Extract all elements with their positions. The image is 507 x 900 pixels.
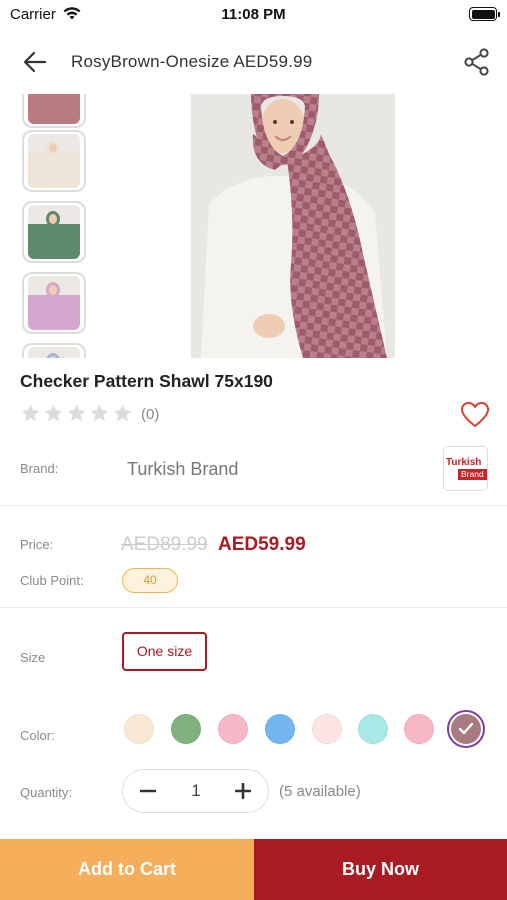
header: RosyBrown-Onesize AED59.99 bbox=[0, 32, 507, 92]
thumbnail-image bbox=[28, 94, 80, 124]
share-button[interactable] bbox=[461, 45, 493, 79]
quantity-label: Quantity: bbox=[20, 785, 73, 800]
status-bar: Carrier 11:08 PM bbox=[0, 0, 507, 30]
review-count[interactable]: (0) bbox=[141, 406, 159, 423]
star-icon bbox=[113, 404, 132, 422]
product-main-image[interactable] bbox=[191, 94, 395, 358]
thumbnail-1[interactable] bbox=[22, 130, 86, 192]
brand-logo-subtext: Brand bbox=[458, 469, 487, 480]
product-title: Checker Pattern Shawl 75x190 bbox=[20, 371, 273, 391]
color-swatch[interactable] bbox=[404, 714, 434, 744]
arrow-left-icon bbox=[23, 51, 47, 73]
star-icon bbox=[67, 404, 86, 422]
brand-logo[interactable]: Turkish Brand bbox=[443, 446, 488, 491]
thumbnail-list[interactable] bbox=[22, 94, 88, 358]
size-option-one-size[interactable]: One size bbox=[122, 632, 207, 671]
rating-stars bbox=[20, 403, 133, 424]
color-swatch[interactable] bbox=[265, 714, 295, 744]
thumbnail-image bbox=[28, 205, 80, 259]
star-icon bbox=[21, 404, 40, 422]
buy-now-button[interactable]: Buy Now bbox=[254, 839, 507, 900]
plus-icon bbox=[235, 783, 251, 799]
star-icon bbox=[90, 404, 109, 422]
club-point-label: Club Point: bbox=[20, 573, 84, 588]
brand-logo-text: Turkish bbox=[446, 457, 482, 468]
thumbnail-0[interactable] bbox=[22, 94, 86, 128]
battery-icon bbox=[469, 7, 500, 21]
brand-name[interactable]: Turkish Brand bbox=[127, 459, 238, 480]
club-point-badge: 40 bbox=[122, 568, 178, 593]
star-icon bbox=[44, 404, 63, 422]
old-price: AED89.99 bbox=[121, 534, 208, 555]
minus-icon bbox=[140, 789, 156, 793]
color-swatch[interactable] bbox=[124, 714, 154, 744]
color-swatch-fill bbox=[451, 714, 481, 744]
color-swatch-selected[interactable] bbox=[447, 710, 485, 748]
thumbnail-image bbox=[28, 347, 80, 358]
thumbnail-4[interactable] bbox=[22, 343, 86, 358]
back-button[interactable] bbox=[18, 46, 52, 78]
color-swatch[interactable] bbox=[171, 714, 201, 744]
brand-label: Brand: bbox=[20, 461, 59, 476]
color-label: Color: bbox=[20, 728, 55, 743]
wishlist-button[interactable] bbox=[460, 401, 490, 429]
heart-icon bbox=[461, 402, 489, 427]
add-to-cart-button[interactable]: Add to Cart bbox=[0, 839, 254, 900]
share-icon bbox=[464, 48, 489, 76]
thumbnail-3[interactable] bbox=[22, 272, 86, 334]
available-count: (5 available) bbox=[279, 783, 361, 800]
color-swatch[interactable] bbox=[312, 714, 342, 744]
thumbnail-image bbox=[28, 134, 80, 188]
increase-quantity-button[interactable] bbox=[230, 778, 256, 804]
decrease-quantity-button[interactable] bbox=[135, 778, 161, 804]
product-photo bbox=[191, 94, 395, 358]
clock: 11:08 PM bbox=[221, 6, 286, 23]
color-swatch[interactable] bbox=[358, 714, 388, 744]
page-title: RosyBrown-Onesize AED59.99 bbox=[71, 52, 313, 71]
quantity-value[interactable]: 1 bbox=[178, 781, 214, 801]
thumbnail-image bbox=[28, 276, 80, 330]
price-label: Price: bbox=[20, 537, 54, 552]
size-label: Size bbox=[20, 650, 46, 665]
checkmark-icon bbox=[458, 722, 474, 735]
quantity-stepper: 1 bbox=[122, 769, 269, 813]
color-swatch[interactable] bbox=[218, 714, 248, 744]
current-price: AED59.99 bbox=[218, 534, 306, 555]
divider bbox=[0, 607, 507, 608]
divider bbox=[0, 505, 507, 506]
thumbnail-2[interactable] bbox=[22, 201, 86, 263]
